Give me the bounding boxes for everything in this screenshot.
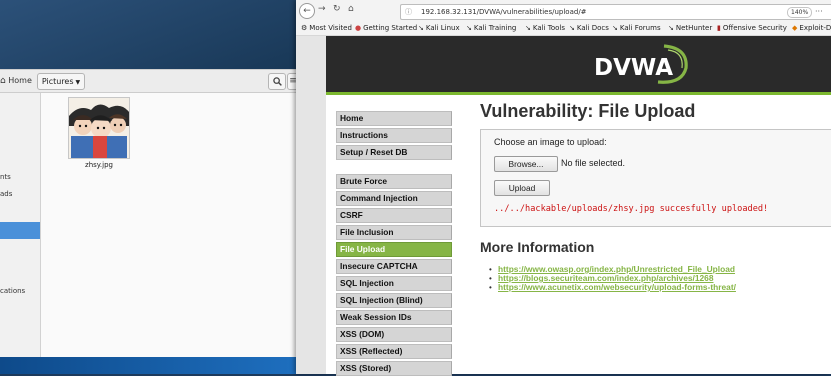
file-manager-toolbar: ⌂ Home Pictures ▼ ≡ — [0, 70, 300, 93]
menu-item-file-upload[interactable]: File Upload — [336, 242, 452, 257]
menu-item-sql-injection-blind[interactable]: SQL Injection (Blind) — [336, 293, 452, 308]
dvwa-content: Vulnerability: File Upload Choose an ima… — [480, 95, 831, 374]
offsec-icon: ▮ — [717, 24, 721, 32]
file-manager-window: ⌂ Home Pictures ▼ ≡ nts ads cations zhsy… — [0, 69, 300, 357]
bookmark-kali-linux[interactable]: ↘ Kali Linux — [418, 23, 460, 34]
upload-result-message: ../../hackable/uploads/zhsy.jpg succesfu… — [494, 204, 769, 214]
site-info-icon[interactable]: ⓘ — [405, 5, 412, 19]
search-button[interactable] — [268, 73, 286, 90]
home-button[interactable]: ⌂ — [348, 4, 354, 14]
bullet-icon: • — [489, 274, 492, 283]
reload-button[interactable]: ↻ — [333, 4, 341, 14]
sidebar-item-documents[interactable]: nts — [0, 173, 11, 181]
chevron-down-icon: ▼ — [75, 79, 81, 86]
home-icon: ⌂ — [348, 4, 354, 14]
kali-dragon-icon: ↘ — [466, 24, 472, 32]
forward-arrow-icon: → — [318, 4, 326, 14]
page-title: Vulnerability: File Upload — [480, 101, 696, 121]
exploit-db-icon: ◆ — [792, 24, 798, 32]
more-information-links: • https://www.owasp.org/index.php/Unrestr… — [489, 265, 736, 293]
menu-item-brute-force[interactable]: Brute Force — [336, 174, 452, 189]
menu-item-setup-reset-db[interactable]: Setup / Reset DB — [336, 145, 452, 160]
image-thumbnail — [68, 97, 130, 159]
menu-item-instructions[interactable]: Instructions — [336, 128, 452, 143]
bookmark-kali-tools[interactable]: ↘ Kali Tools — [525, 23, 565, 34]
kali-dragon-icon: ↘ — [569, 24, 575, 32]
dvwa-header: DVWA — [326, 36, 831, 95]
search-icon — [272, 77, 282, 86]
sidebar-item-pictures-selected[interactable] — [0, 222, 40, 239]
bookmark-nethunter[interactable]: ↘ NetHunter — [668, 23, 712, 34]
selected-file-status: No file selected. — [561, 158, 626, 168]
menu-item-xss-dom[interactable]: XSS (DOM) — [336, 327, 452, 342]
kali-dragon-icon: ↘ — [612, 24, 618, 32]
sidebar-item-downloads[interactable]: ads — [0, 190, 12, 198]
browser-window: ← → ↻ ⌂ ⓘ 192.168.32.131/DVWA/vulnerabil… — [296, 0, 831, 376]
back-arrow-icon: ← — [303, 6, 311, 16]
sidebar-item-applications[interactable]: cations — [0, 287, 25, 295]
upload-button[interactable]: Upload — [494, 180, 550, 196]
gear-icon: ⚙ — [301, 24, 308, 32]
page-actions-icon[interactable]: ··· — [815, 5, 823, 18]
bookmark-exploit-db[interactable]: ◆Exploit-DB — [792, 23, 831, 34]
menu-item-csrf[interactable]: CSRF — [336, 208, 452, 223]
dvwa-main: Home Instructions Setup / Reset DB Brute… — [326, 95, 831, 376]
back-button[interactable]: ← — [299, 3, 315, 19]
file-item-zhsy[interactable]: zhsy.jpg — [66, 97, 132, 169]
bookmark-getting-started[interactable]: ● Getting Started — [355, 23, 417, 34]
kali-dragon-icon: ↘ — [418, 24, 424, 32]
bookmark-kali-training[interactable]: ↘ Kali Training — [466, 23, 516, 34]
file-name: zhsy.jpg — [85, 161, 113, 169]
logo-text: DVWA — [594, 55, 673, 81]
url-text: 192.168.32.131/DVWA/vulnerabilities/uplo… — [421, 8, 587, 16]
menu-item-command-injection[interactable]: Command Injection — [336, 191, 452, 206]
address-bar[interactable]: ⓘ 192.168.32.131/DVWA/vulnerabilities/up… — [400, 4, 831, 20]
menu-item-insecure-captcha[interactable]: Insecure CAPTCHA — [336, 259, 452, 274]
menu-item-weak-session-ids[interactable]: Weak Session IDs — [336, 310, 452, 325]
firefox-icon: ● — [355, 24, 362, 32]
zoom-level-badge[interactable]: 140% — [787, 7, 813, 18]
navigation-toolbar: ← → ↻ ⌂ ⓘ 192.168.32.131/DVWA/vulnerabil… — [296, 0, 831, 22]
pictures-path-button[interactable]: Pictures ▼ — [37, 73, 85, 90]
menu-item-sql-injection[interactable]: SQL Injection — [336, 276, 452, 291]
list-item: • https://www.acunetix.com/websecurity/up… — [489, 282, 736, 293]
bookmark-kali-docs[interactable]: ↘ Kali Docs — [569, 23, 609, 34]
file-manager-sidebar: nts ads cations — [0, 93, 41, 357]
bullet-icon: • — [489, 265, 492, 274]
upload-form: Choose an image to upload: Browse... No … — [480, 129, 831, 227]
dvwa-logo: DVWA — [594, 44, 688, 84]
forward-button[interactable]: → — [318, 4, 326, 14]
menu-item-xss-reflected[interactable]: XSS (Reflected) — [336, 344, 452, 359]
upload-prompt-label: Choose an image to upload: — [494, 137, 607, 147]
more-information-heading: More Information — [480, 239, 595, 255]
anime-image-icon — [69, 98, 129, 158]
reload-icon: ↻ — [333, 4, 341, 14]
kali-dragon-icon: ↘ — [668, 24, 674, 32]
desktop-taskbar — [0, 356, 300, 374]
bookmark-most-visited[interactable]: ⚙ Most Visited — [301, 23, 352, 34]
home-icon: ⌂ — [0, 76, 6, 86]
bookmark-kali-forums[interactable]: ↘ Kali Forums — [612, 23, 661, 34]
home-path-button[interactable]: ⌂ Home — [0, 76, 32, 86]
browse-button[interactable]: Browse... — [494, 156, 558, 172]
bookmark-offensive-security[interactable]: ▮ Offensive Security — [717, 23, 787, 34]
bullet-icon: • — [489, 283, 492, 292]
link-acunetix-upload-forms[interactable]: https://www.acunetix.com/websecurity/upl… — [498, 282, 736, 292]
page-margin — [296, 36, 326, 374]
menu-item-home[interactable]: Home — [336, 111, 452, 126]
bookmarks-toolbar: ⚙ Most Visited ● Getting Started ↘ Kali Lin… — [296, 22, 831, 36]
kali-dragon-icon: ↘ — [525, 24, 531, 32]
pictures-label: Pictures — [41, 77, 74, 86]
home-label: Home — [8, 76, 32, 85]
menu-item-file-inclusion[interactable]: File Inclusion — [336, 225, 452, 240]
